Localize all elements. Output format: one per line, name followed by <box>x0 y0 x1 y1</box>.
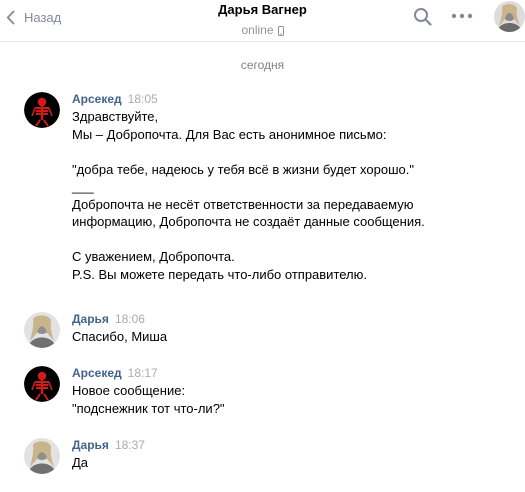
message-header: Дарья 18:37 <box>72 438 525 452</box>
message-time[interactable]: 18:17 <box>128 366 158 380</box>
message-body: Арсекед 18:17 Новое сообщение: "подснежни… <box>72 366 525 417</box>
sender-avatar[interactable] <box>24 312 60 348</box>
message-text-line: "добра тебе, надеюсь у тебя всё в жизни … <box>72 161 414 177</box>
message-time[interactable]: 18:05 <box>128 92 158 106</box>
more-horizontal-icon[interactable] <box>450 8 474 24</box>
message-text-line: ___ <box>72 179 94 194</box>
online-status: online <box>0 23 525 37</box>
message-text-line: Здравствуйте, <box>72 109 159 124</box>
message-author[interactable]: Дарья <box>72 438 109 452</box>
message-text-line: P.S. Вы можете передать что-либо отправи… <box>72 266 368 282</box>
message-text-line: Мы – Добропочта. Для Вас есть анонимное … <box>72 126 387 142</box>
message-header: Арсекед 18:17 <box>72 366 525 380</box>
sender-avatar[interactable] <box>24 92 60 128</box>
sender-avatar[interactable] <box>24 366 60 402</box>
message-author[interactable]: Дарья <box>72 312 109 326</box>
sender-avatar[interactable] <box>24 438 60 474</box>
message-text-line: Добропочта не несёт ответственности за п… <box>72 196 414 212</box>
mobile-phone-icon <box>277 25 284 36</box>
message-text: Новое сообщение: "подснежник тот что-ли?… <box>72 382 525 417</box>
message-time[interactable]: 18:06 <box>115 312 145 326</box>
chat-header: Назад Дарья Вагнер online <box>0 0 525 42</box>
search-icon[interactable] <box>413 7 433 27</box>
conversation-title-block: Дарья Вагнер online <box>0 0 525 37</box>
message-text-line: информацию, Добропочта не создаёт данные… <box>72 214 425 229</box>
header-avatar[interactable] <box>494 1 525 32</box>
message-text: Здравствуйте, Мы – Добропочта. Для Вас е… <box>72 108 525 283</box>
online-status-label: online <box>241 23 274 37</box>
message-body: Дарья 18:37 Да <box>72 438 525 472</box>
message-author[interactable]: Арсекед <box>72 366 122 380</box>
message-text-line: С уважением, Добропочта. <box>72 249 235 264</box>
message-header: Дарья 18:06 <box>72 312 525 326</box>
message-time[interactable]: 18:37 <box>115 438 145 452</box>
message-text-line: Да <box>72 455 89 470</box>
message-body: Дарья 18:06 Спасибо, Миша <box>72 312 525 346</box>
conversation-title[interactable]: Дарья Вагнер <box>218 2 307 17</box>
message-text: Да <box>72 454 525 472</box>
message-text-line: "подснежник тот что-ли?" <box>72 400 225 416</box>
message-text-line <box>72 143 525 161</box>
message-text-line: Новое сообщение: <box>72 383 186 398</box>
message-text-line <box>72 231 525 249</box>
message-text: Спасибо, Миша <box>72 328 525 346</box>
message-header: Арсекед 18:05 <box>72 92 525 106</box>
message-text-line: Спасибо, Миша <box>72 329 168 344</box>
message-body: Арсекед 18:05 Здравствуйте, Мы – Добропоч… <box>72 92 525 283</box>
message-author[interactable]: Арсекед <box>72 92 122 106</box>
date-divider: сегодня <box>240 58 285 72</box>
